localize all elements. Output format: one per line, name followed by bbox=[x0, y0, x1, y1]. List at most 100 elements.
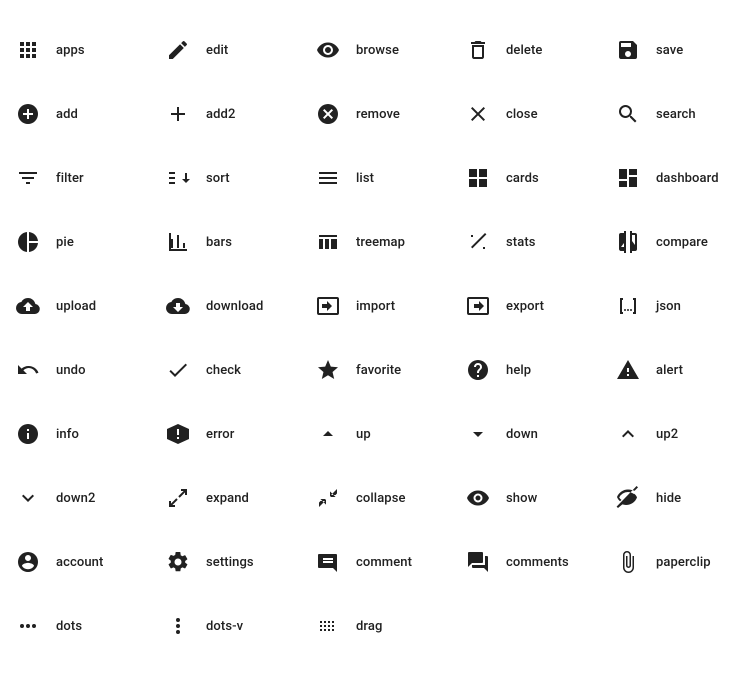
stats-icon bbox=[466, 230, 490, 254]
drag-icon bbox=[316, 614, 340, 638]
dashboard-icon bbox=[616, 166, 640, 190]
alert-icon bbox=[616, 358, 640, 382]
icon-entry-pie: pie bbox=[8, 210, 158, 274]
icon-entry-apps: apps bbox=[8, 18, 158, 82]
icon-label: cards bbox=[506, 171, 539, 186]
icon-label: add bbox=[56, 107, 78, 122]
icon-entry-sort: sort bbox=[158, 146, 308, 210]
icon-entry-alert: alert bbox=[608, 338, 750, 402]
icon-label: comment bbox=[356, 555, 412, 570]
import-icon bbox=[316, 294, 340, 318]
icon-entry-comments: comments bbox=[458, 530, 608, 594]
settings-icon bbox=[166, 550, 190, 574]
icon-label: filter bbox=[56, 171, 84, 186]
icon-entry-delete: delete bbox=[458, 18, 608, 82]
icon-label: down2 bbox=[56, 491, 95, 506]
remove-icon bbox=[316, 102, 340, 126]
icon-entry-save: save bbox=[608, 18, 750, 82]
check-icon bbox=[166, 358, 190, 382]
icon-label: account bbox=[56, 555, 103, 570]
json-icon bbox=[616, 294, 640, 318]
icon-label: hide bbox=[656, 491, 681, 506]
dots-icon bbox=[16, 614, 40, 638]
icon-gallery: appseditbrowsedeletesaveaddadd2removeclo… bbox=[0, 0, 750, 676]
dots-v-icon bbox=[166, 614, 190, 638]
icon-label: json bbox=[656, 299, 681, 314]
icon-label: list bbox=[356, 171, 374, 186]
export-icon bbox=[466, 294, 490, 318]
treemap-icon bbox=[316, 230, 340, 254]
icon-label: collapse bbox=[356, 491, 406, 506]
sort-icon bbox=[166, 166, 190, 190]
icon-label: upload bbox=[56, 299, 96, 314]
icon-label: remove bbox=[356, 107, 400, 122]
icon-entry-info: info bbox=[8, 402, 158, 466]
list-icon bbox=[316, 166, 340, 190]
icon-label: info bbox=[56, 427, 79, 442]
comment-icon bbox=[316, 550, 340, 574]
icon-label: show bbox=[506, 491, 537, 506]
icon-label: comments bbox=[506, 555, 569, 570]
paperclip-icon bbox=[616, 550, 640, 574]
edit-icon bbox=[166, 38, 190, 62]
up2-icon bbox=[616, 422, 640, 446]
show-icon bbox=[466, 486, 490, 510]
icon-entry-favorite: favorite bbox=[308, 338, 458, 402]
icon-entry-show: show bbox=[458, 466, 608, 530]
icon-label: stats bbox=[506, 235, 536, 250]
icon-entry-stats: stats bbox=[458, 210, 608, 274]
icon-label: edit bbox=[206, 43, 228, 58]
icon-entry-undo: undo bbox=[8, 338, 158, 402]
icon-entry-edit: edit bbox=[158, 18, 308, 82]
collapse-icon bbox=[316, 486, 340, 510]
apps-icon bbox=[16, 38, 40, 62]
icon-entry-error: error bbox=[158, 402, 308, 466]
icon-entry-drag: drag bbox=[308, 594, 458, 658]
save-icon bbox=[616, 38, 640, 62]
icon-entry-help: help bbox=[458, 338, 608, 402]
icon-entry-down2: down2 bbox=[8, 466, 158, 530]
icon-label: check bbox=[206, 363, 241, 378]
icon-label: delete bbox=[506, 43, 542, 58]
add2-icon bbox=[166, 102, 190, 126]
delete-icon bbox=[466, 38, 490, 62]
account-icon bbox=[16, 550, 40, 574]
compare-icon bbox=[616, 230, 640, 254]
icon-label: download bbox=[206, 299, 263, 314]
icon-label: browse bbox=[356, 43, 399, 58]
expand-icon bbox=[166, 486, 190, 510]
icon-label: bars bbox=[206, 235, 232, 250]
icon-label: save bbox=[656, 43, 683, 58]
icon-label: undo bbox=[56, 363, 86, 378]
icon-entry-close: close bbox=[458, 82, 608, 146]
icon-entry-add: add bbox=[8, 82, 158, 146]
favorite-icon bbox=[316, 358, 340, 382]
icon-label: apps bbox=[56, 43, 85, 58]
pie-icon bbox=[16, 230, 40, 254]
icon-label: help bbox=[506, 363, 531, 378]
icon-label: favorite bbox=[356, 363, 401, 378]
up-icon bbox=[316, 422, 340, 446]
error-icon bbox=[166, 422, 190, 446]
browse-icon bbox=[316, 38, 340, 62]
undo-icon bbox=[16, 358, 40, 382]
icon-entry-dashboard: dashboard bbox=[608, 146, 750, 210]
icon-entry-browse: browse bbox=[308, 18, 458, 82]
icon-entry-comment: comment bbox=[308, 530, 458, 594]
icon-entry-up: up bbox=[308, 402, 458, 466]
icon-label: up2 bbox=[656, 427, 678, 442]
icon-entry-collapse: collapse bbox=[308, 466, 458, 530]
icon-entry-dots: dots bbox=[8, 594, 158, 658]
hide-icon bbox=[616, 486, 640, 510]
icon-entry-upload: upload bbox=[8, 274, 158, 338]
info-icon bbox=[16, 422, 40, 446]
icon-label: compare bbox=[656, 235, 708, 250]
icon-label: drag bbox=[356, 619, 382, 634]
search-icon bbox=[616, 102, 640, 126]
add-icon bbox=[16, 102, 40, 126]
cards-icon bbox=[466, 166, 490, 190]
icon-entry-download: download bbox=[158, 274, 308, 338]
comments-icon bbox=[466, 550, 490, 574]
icon-entry-compare: compare bbox=[608, 210, 750, 274]
bars-icon bbox=[166, 230, 190, 254]
